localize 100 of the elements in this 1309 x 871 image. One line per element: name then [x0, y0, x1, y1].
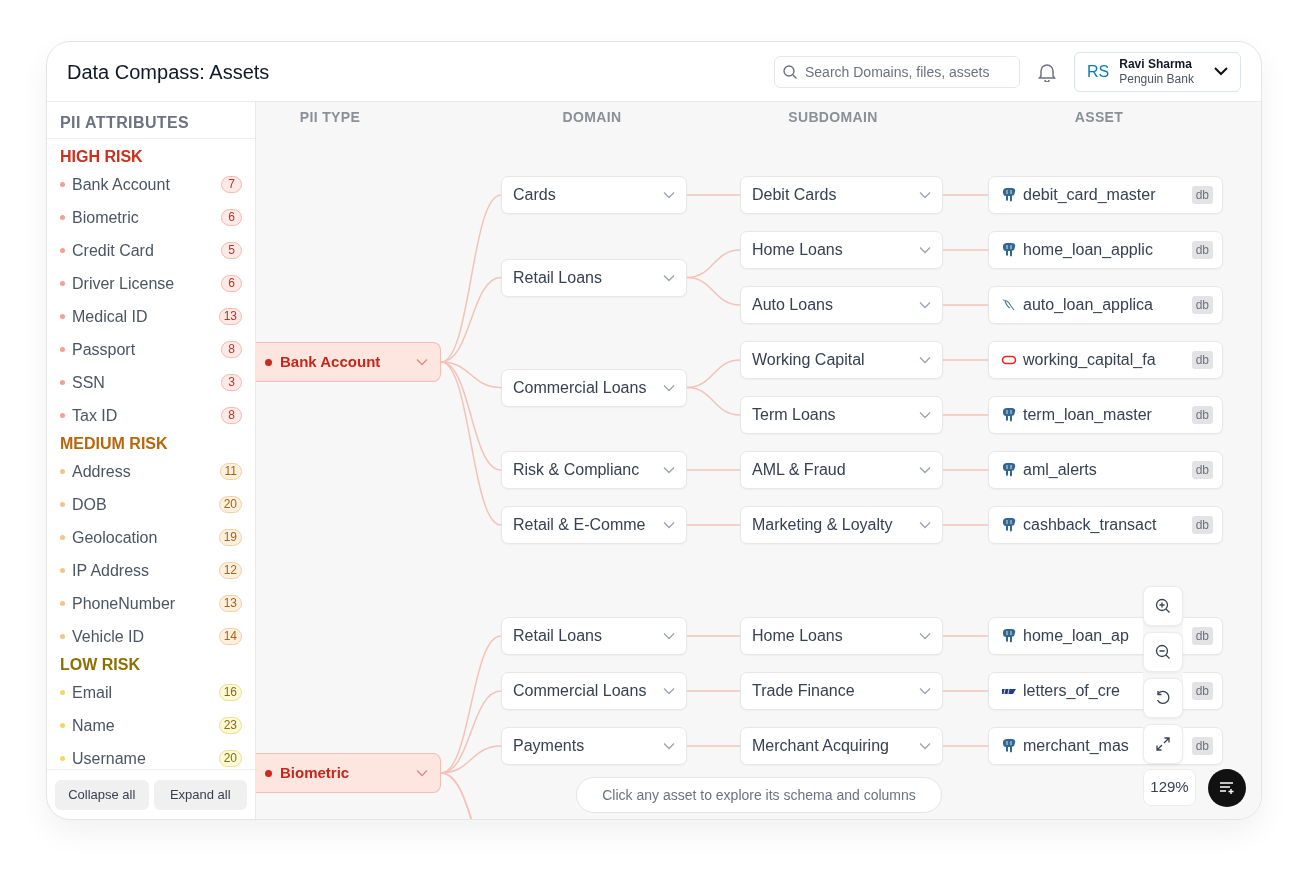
- user-name: Ravi Sharma: [1119, 56, 1192, 72]
- sidebar-button[interactable]: Collapse all: [55, 779, 149, 810]
- sidebar-item[interactable]: Biometric 6: [60, 201, 242, 234]
- subdomain-node[interactable]: Debit Cards: [740, 176, 943, 214]
- sidebar-item[interactable]: Medical ID 13: [60, 300, 242, 333]
- asset-node[interactable]: aml_alerts db: [988, 451, 1223, 489]
- connector-line: [686, 194, 741, 196]
- column-header: PII TYPE: [298, 108, 362, 127]
- domain-node[interactable]: Risk & Complianc: [501, 451, 687, 489]
- subdomain-node[interactable]: Marketing & Loyalty: [740, 506, 943, 544]
- bullet-icon: [60, 601, 65, 606]
- subdomain-node[interactable]: Auto Loans: [740, 286, 943, 324]
- bullet-icon: [60, 281, 65, 286]
- domain-node[interactable]: Retail Loans: [501, 617, 687, 655]
- expand-button[interactable]: [1143, 724, 1183, 764]
- bullet-icon: [60, 469, 65, 474]
- connector-line: [942, 304, 989, 306]
- zoom-out-button[interactable]: [1143, 632, 1183, 672]
- count-badge: 8: [221, 407, 242, 424]
- subdomain-node[interactable]: Home Loans: [740, 231, 943, 269]
- count-badge: 3: [221, 374, 242, 391]
- sidebar-item[interactable]: SSN 3: [60, 366, 242, 399]
- window-title: Data Compass: Assets: [67, 59, 270, 85]
- sidebar-item[interactable]: PhoneNumber 13: [60, 587, 242, 620]
- hint-text: Click any asset to explore its schema and columns: [576, 777, 942, 813]
- zoom-in-button[interactable]: [1143, 586, 1183, 626]
- asset-node[interactable]: cashback_transact db: [988, 506, 1223, 544]
- domain-node[interactable]: Commercial Loans: [501, 672, 687, 710]
- sidebar-item[interactable]: Email 16: [60, 676, 242, 709]
- zoom-level: 129%: [1143, 769, 1196, 806]
- elephant-icon: [1001, 738, 1017, 754]
- connector-line: [942, 414, 989, 416]
- subdomain-node[interactable]: Term Loans: [740, 396, 943, 434]
- chevron-down-icon: [663, 273, 675, 282]
- user-initials: RS: [1087, 61, 1110, 82]
- connector-line: [942, 469, 989, 471]
- chevron-down-icon: [919, 632, 931, 640]
- chevron-down-icon: [663, 632, 675, 640]
- sidebar-button[interactable]: Expand all: [153, 779, 247, 810]
- bullet-icon: [60, 215, 65, 220]
- chevron-down-icon: [919, 687, 931, 695]
- asset-node[interactable]: auto_loan_applica db: [988, 286, 1223, 324]
- search-icon: [782, 63, 798, 80]
- group-title: MEDIUM RISK: [60, 434, 169, 454]
- subdomain-node[interactable]: Home Loans: [740, 617, 943, 655]
- filter-button[interactable]: [1208, 769, 1246, 807]
- search-field[interactable]: Search Domains, files, assets: [774, 55, 1020, 88]
- sidebar-item[interactable]: DOB 20: [60, 488, 242, 521]
- pii-node[interactable]: Bank Account: [256, 342, 441, 382]
- sidebar-item[interactable]: Username 20: [60, 742, 242, 769]
- sidebar-item[interactable]: Passport 8: [60, 333, 242, 366]
- asset-node[interactable]: working_capital_fa db: [988, 341, 1223, 379]
- chevron-down-icon: [416, 769, 428, 777]
- bullet-icon: [60, 314, 65, 319]
- sidebar-item[interactable]: Tax ID 8: [60, 399, 242, 432]
- sidebar-item[interactable]: Name 23: [60, 709, 242, 742]
- subdomain-node[interactable]: Working Capital: [740, 341, 943, 379]
- connector-line: [942, 524, 989, 526]
- count-badge: 20: [218, 496, 242, 513]
- sidebar-item[interactable]: Driver License 6: [60, 267, 242, 300]
- elephant-icon: [1001, 628, 1017, 644]
- reset-button[interactable]: [1143, 678, 1183, 718]
- chevron-down-icon: [663, 466, 675, 474]
- count-badge: 7: [221, 176, 242, 193]
- connector-line: [686, 386, 741, 416]
- sidebar-item[interactable]: Vehicle ID 14: [60, 620, 242, 653]
- sidebar-item[interactable]: Bank Account 7: [60, 168, 242, 201]
- sidebar-item[interactable]: Geolocation 19: [60, 521, 242, 554]
- asset-node[interactable]: home_loan_applic db: [988, 231, 1223, 269]
- count-badge: 19: [218, 529, 242, 546]
- domain-node[interactable]: Commercial Loans: [501, 368, 687, 407]
- chevron-down-icon: [663, 687, 675, 695]
- zoom-out-icon: [1155, 644, 1171, 660]
- connector-line: [686, 276, 741, 306]
- sidebar-item[interactable]: Credit Card 5: [60, 234, 242, 267]
- subdomain-node[interactable]: AML & Fraud: [740, 451, 943, 489]
- sidebar-item[interactable]: IP Address 12: [60, 554, 242, 587]
- connector-line: [942, 249, 989, 251]
- subdomain-node[interactable]: Trade Finance: [740, 672, 943, 710]
- domain-node[interactable]: Retail & E-Comme: [501, 506, 687, 544]
- count-badge: 8: [221, 341, 242, 358]
- pii-node[interactable]: Biometric: [256, 753, 441, 793]
- domain-node[interactable]: Retail Loans: [501, 258, 687, 297]
- subdomain-node[interactable]: Merchant Acquiring: [740, 727, 943, 765]
- asset-node[interactable]: debit_card_master db: [988, 176, 1223, 214]
- count-badge: 6: [221, 209, 242, 226]
- bell-icon[interactable]: [1038, 61, 1056, 82]
- sidebar-item[interactable]: Address 11: [60, 455, 242, 488]
- elephant-icon: [1001, 187, 1017, 203]
- bullet-icon: [60, 413, 65, 418]
- domain-node[interactable]: Cards: [501, 176, 687, 214]
- bullet-icon: [60, 248, 65, 253]
- domain-node[interactable]: Payments: [501, 727, 687, 765]
- count-badge: 14: [218, 628, 242, 645]
- bullet-icon: [60, 535, 65, 540]
- connector-line: [686, 524, 741, 526]
- chevron-down-icon: [919, 521, 931, 529]
- connector-line: [942, 359, 989, 361]
- asset-node[interactable]: term_loan_master db: [988, 396, 1223, 434]
- connector-line: [686, 469, 741, 471]
